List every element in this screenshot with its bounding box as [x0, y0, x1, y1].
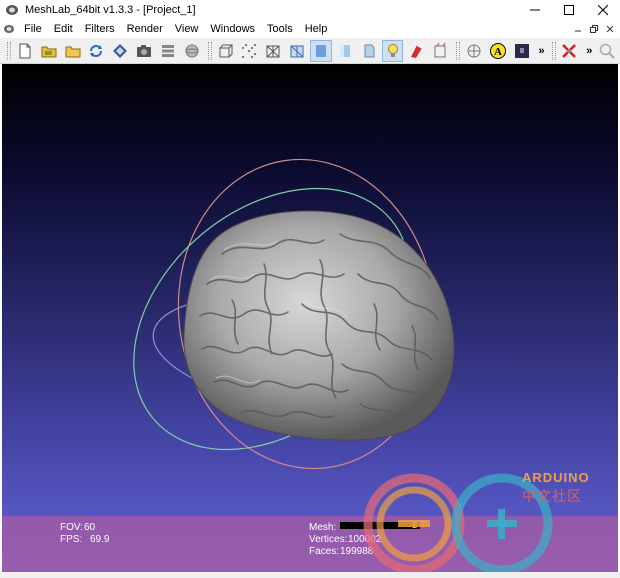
flat-button[interactable] — [310, 39, 332, 62]
snapshot-button[interactable] — [133, 40, 155, 62]
vertices-label: Vertices: — [309, 534, 348, 545]
fov-label: FOV: — [60, 522, 83, 533]
toolbar-overflow-button-2[interactable]: » — [582, 45, 596, 57]
watermark-cn: 中文社区 — [522, 489, 582, 505]
sphere-icon — [185, 44, 199, 57]
window-controls — [518, 0, 620, 20]
shader-icon — [514, 43, 529, 58]
mdi-controls — [570, 20, 618, 38]
close-icon — [606, 25, 614, 33]
maximize-button[interactable] — [552, 0, 586, 20]
wireframe-button[interactable] — [262, 40, 284, 62]
window-title: MeshLab_64bit v1.3.3 - [Project_1] — [25, 4, 196, 16]
menu-filters[interactable]: Filters — [79, 20, 121, 38]
color-icon — [411, 43, 423, 58]
toolbar-separator — [456, 41, 461, 60]
color-button[interactable] — [405, 40, 427, 62]
new-icon — [19, 43, 31, 58]
search-button[interactable] — [596, 40, 618, 62]
mdi-minimize-button[interactable] — [570, 20, 586, 38]
annotation-icon: A — [489, 42, 506, 59]
points-button[interactable] — [239, 40, 261, 62]
close-button[interactable] — [586, 0, 620, 20]
smooth-icon — [339, 44, 350, 57]
faces-label: Faces: — [309, 546, 340, 557]
hidden-lines-icon — [290, 45, 304, 57]
toolbar-separator — [551, 41, 556, 60]
menu-tools[interactable]: Tools — [261, 20, 299, 38]
toolbar-overflow-button[interactable]: » — [535, 45, 549, 57]
menu-bar: File Edit Filters Render View Windows To… — [0, 20, 620, 38]
light-button[interactable] — [381, 39, 404, 62]
toolbar-grip[interactable] — [7, 41, 11, 60]
axis-icon — [467, 44, 481, 57]
menu-view[interactable]: View — [169, 20, 205, 38]
search-icon — [599, 43, 615, 59]
mdi-restore-button[interactable] — [586, 20, 602, 38]
meshlab-logo-icon — [6, 5, 18, 15]
svg-text:A: A — [494, 46, 502, 58]
texture-button[interactable] — [358, 40, 380, 62]
menu-edit[interactable]: Edit — [48, 20, 79, 38]
new-button[interactable] — [14, 40, 36, 62]
points-icon — [242, 43, 257, 58]
close-icon — [598, 5, 608, 15]
menu-help[interactable]: Help — [299, 20, 334, 38]
menu-render[interactable]: Render — [121, 20, 169, 38]
light-icon — [387, 43, 398, 57]
wireframe-icon — [266, 45, 280, 57]
save-icon — [113, 43, 128, 58]
toolbar-separator — [207, 41, 212, 60]
sphere-button[interactable] — [181, 40, 203, 62]
restore-icon — [590, 25, 598, 33]
flat-icon — [316, 44, 327, 57]
annotation-button[interactable]: A — [487, 40, 509, 62]
snapshot-icon — [137, 44, 152, 57]
open-project-button[interactable] — [38, 40, 60, 62]
fov-value: 60 — [84, 522, 96, 533]
bbox-icon — [219, 44, 233, 57]
open-project-icon — [41, 46, 57, 57]
hidden-lines-button[interactable] — [286, 40, 308, 62]
reload-icon — [90, 44, 103, 57]
minimize-icon — [575, 30, 581, 32]
brain-body — [183, 210, 455, 441]
reload-button[interactable] — [86, 40, 108, 62]
maximize-icon — [564, 5, 574, 15]
title-bar: MeshLab_64bit v1.3.3 - [Project_1] — [0, 0, 620, 20]
menu-file[interactable]: File — [18, 20, 48, 38]
mesh-label: Mesh: — [309, 522, 337, 533]
texture-icon — [364, 44, 375, 57]
delete-button[interactable] — [559, 40, 581, 62]
minimize-icon — [530, 9, 540, 11]
open-button[interactable] — [62, 40, 84, 62]
axis-button[interactable] — [463, 40, 485, 62]
layers-button[interactable] — [157, 40, 179, 62]
smooth-button[interactable] — [334, 40, 356, 62]
watermark-brand: ARDUINO — [522, 470, 590, 485]
normals-button[interactable] — [429, 40, 451, 62]
delete-icon — [562, 43, 577, 58]
open-icon — [65, 46, 81, 57]
document-icon[interactable] — [3, 23, 15, 35]
layers-icon — [161, 44, 174, 57]
minimize-button[interactable] — [518, 0, 552, 20]
mdi-close-button[interactable] — [602, 20, 618, 38]
fps-label: FPS: — [60, 534, 83, 545]
normals-icon — [434, 42, 446, 57]
bbox-button[interactable] — [215, 40, 237, 62]
main-toolbar: A » » — [0, 38, 620, 64]
menu-windows[interactable]: Windows — [204, 20, 261, 38]
shader-button[interactable] — [511, 40, 533, 62]
save-button[interactable] — [109, 40, 131, 62]
fps-value: 69.9 — [90, 534, 110, 545]
status-bar — [0, 572, 620, 578]
